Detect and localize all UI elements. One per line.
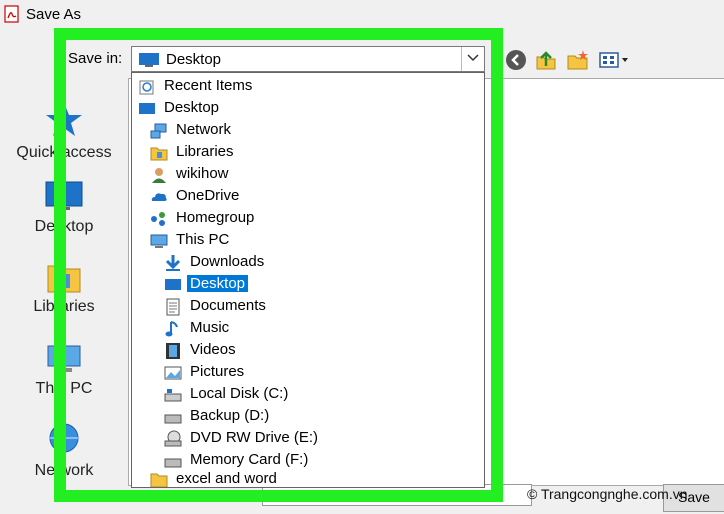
place-label: Network [34,462,94,479]
dropdown-item-label: excel and word [176,470,277,487]
libraries-icon [150,147,168,161]
dropdown-item-documents[interactable]: Documents [132,296,484,317]
up-folder-icon[interactable] [534,48,558,72]
place-libraries[interactable]: Libraries [0,260,128,316]
dropdown-item-label: Desktop [187,275,249,292]
window-title: Save As [26,6,82,23]
dropdown-item-label: Network [176,121,232,138]
chevron-down-icon [467,54,479,62]
dropdown-item-desktop[interactable]: Desktop [132,98,484,119]
dropdown-item-label: Memory Card (F:) [190,451,309,468]
place-label: Quick access [16,144,112,161]
save-in-label: Save in: [68,50,123,67]
videos-icon [166,343,180,359]
dropdown-item-label: Recent Items [164,77,253,94]
place-label: This PC [35,380,93,397]
desktop-icon [139,103,155,114]
place-quick-access[interactable]: Quick access [0,100,128,162]
dropdown-item-label: Downloads [190,253,265,270]
place-network[interactable]: Network [0,422,128,480]
drive-icon [164,458,182,468]
place-desktop[interactable]: Desktop [0,180,128,236]
dropdown-item-label: Desktop [164,99,220,116]
dropdown-item-label: DVD RW Drive (E:) [190,429,319,446]
computer-icon [150,234,168,248]
folder-icon [150,473,168,487]
dropdown-item-homegroup[interactable]: Homegroup [132,208,484,229]
place-label: Desktop [34,218,94,235]
combo-dropdown-button[interactable] [461,47,484,71]
music-icon [165,321,178,337]
title-bar: Save As [0,0,724,30]
dropdown-item-label: Pictures [190,363,245,380]
dropdown-item-libraries[interactable]: Libraries [132,142,484,163]
pdf-icon [4,5,19,23]
dropdown-item-memory-card[interactable]: Memory Card (F:) [132,450,484,471]
dropdown-item-dvd-rw-drive[interactable]: DVD RW Drive (E:) [132,428,484,449]
downloads-icon [165,255,181,271]
dropdown-item-label: Music [190,319,230,336]
libraries-icon [47,265,81,293]
place-this-pc[interactable]: This PC [0,342,128,398]
user-icon [152,168,166,183]
dropdown-item-videos[interactable]: Videos [132,340,484,361]
dropdown-item-label: Libraries [176,143,234,160]
view-menu-icon[interactable] [598,48,632,72]
dropdown-item-music[interactable]: Music [132,318,484,339]
save-in-dropdown-list[interactable]: Recent Items Desktop Network Libraries w… [131,72,485,488]
pictures-icon [164,366,182,380]
desktop-icon [165,279,181,290]
dropdown-item-label: wikihow [176,165,229,182]
place-label: Libraries [33,298,95,315]
dropdown-item-label: Videos [190,341,236,358]
drive-icon [164,414,182,424]
dropdown-item-label: Local Disk (C:) [190,385,289,402]
desktop-icon [139,53,159,67]
dropdown-item-backup[interactable]: Backup (D:) [132,406,484,427]
dropdown-item-label: Homegroup [176,209,255,226]
dropdown-item-pictures[interactable]: Pictures [132,362,484,383]
dropdown-item-network[interactable]: Network [132,120,484,141]
desktop-icon [45,181,83,210]
onedrive-icon [151,193,167,201]
network-icon [49,423,79,453]
back-icon[interactable] [504,48,528,72]
dropdown-item-local-disk[interactable]: Local Disk (C:) [132,384,484,405]
places-pane: Quick access Desktop Libraries This PC N… [0,30,128,514]
network-icon [150,123,167,139]
dropdown-item-wikihow[interactable]: wikihow [132,164,484,185]
homegroup-icon [151,212,165,226]
dropdown-item-this-pc[interactable]: This PC [132,230,484,251]
dropdown-item-onedrive[interactable]: OneDrive [132,186,484,207]
computer-icon [47,345,81,372]
new-folder-icon[interactable] [566,48,590,72]
star-icon [46,103,82,136]
dropdown-item-label: Documents [190,297,266,314]
dropdown-item-downloads[interactable]: Downloads [132,252,484,273]
recent-items-icon [139,80,154,95]
dropdown-item-label: This PC [176,231,230,248]
local-disk-icon [164,389,182,402]
save-in-combo[interactable]: Desktop [131,46,485,72]
dropdown-item-desktop-selected[interactable]: Desktop [132,274,484,295]
dropdown-item-recent-items[interactable]: Recent Items [132,76,484,97]
save-in-value: Desktop [166,51,222,68]
dropdown-item-excel-and-word[interactable]: excel and word [132,469,484,487]
dropdown-item-label: Backup (D:) [190,407,270,424]
dvd-drive-icon [164,430,182,447]
watermark: © Trangcongnghe.com.vn [527,486,688,502]
dropdown-item-label: OneDrive [176,187,240,204]
documents-icon [166,298,180,316]
